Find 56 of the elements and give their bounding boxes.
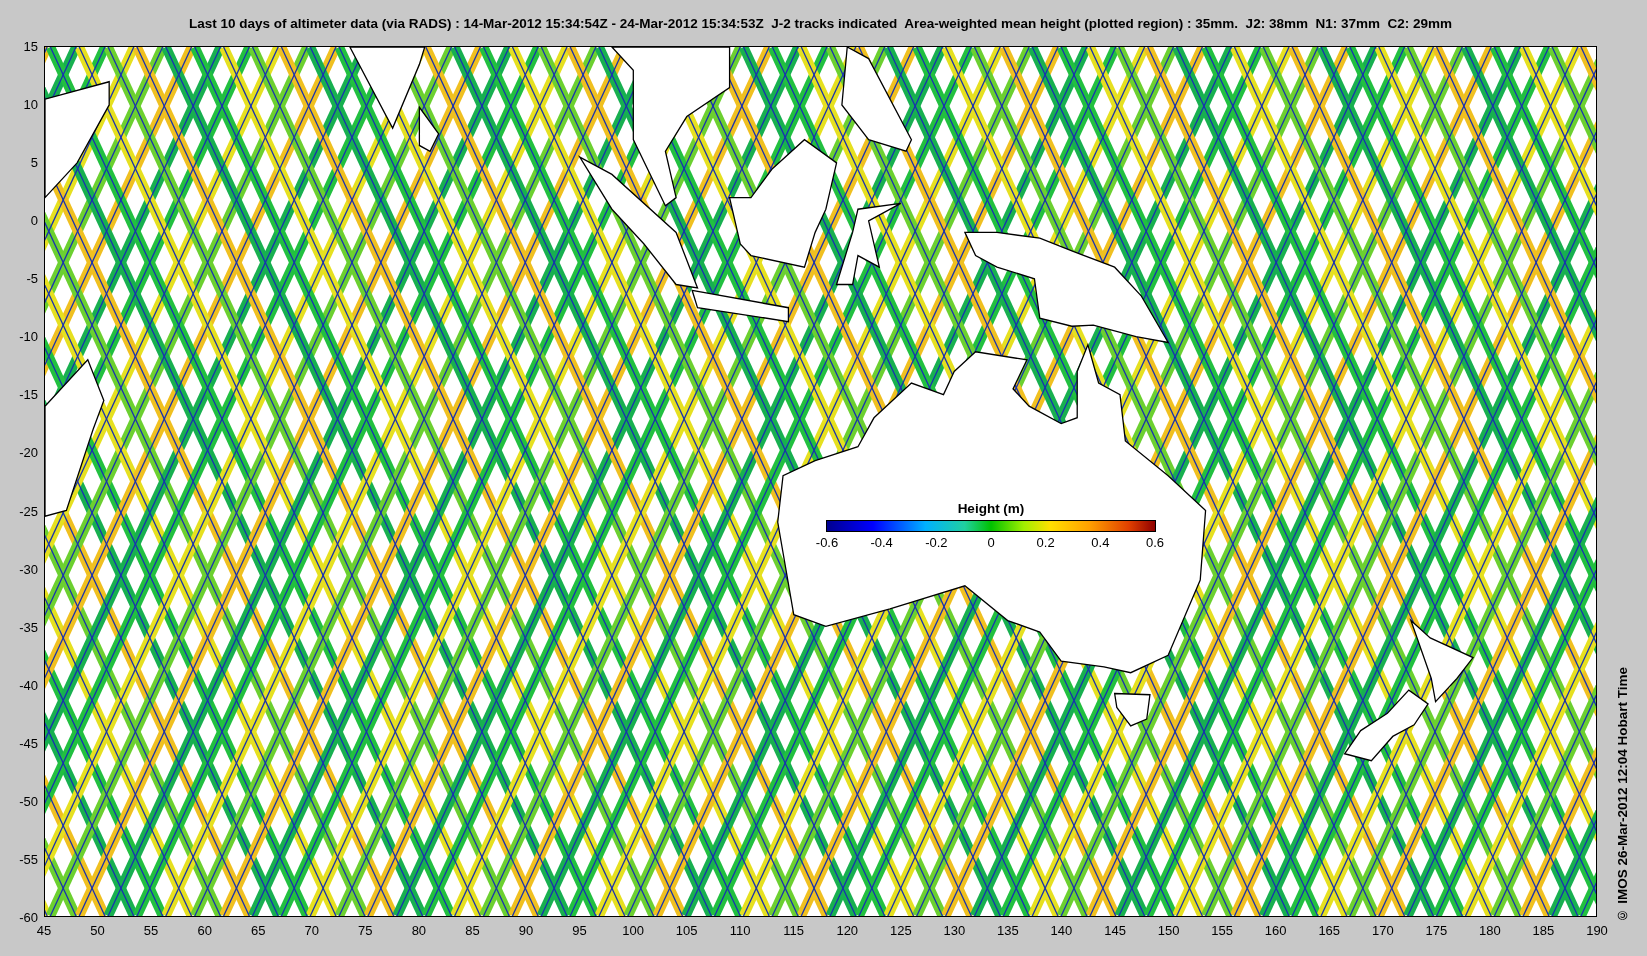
y-tick-label: -15 [19, 386, 38, 402]
x-tick-label: 45 [36, 923, 52, 938]
x-tick-label: 105 [675, 923, 698, 938]
y-tick-label: -25 [19, 503, 38, 519]
y-tick-label: 0 [30, 212, 38, 228]
x-tick-label: 130 [943, 923, 966, 938]
colorbar-title: Height (m) [957, 501, 1025, 516]
y-tick-label: -30 [19, 561, 38, 577]
y-tick-label: 5 [30, 154, 38, 170]
x-tick-label: 165 [1318, 923, 1341, 938]
x-tick-label: 70 [304, 923, 319, 938]
y-tick-label: -40 [19, 677, 38, 693]
y-tick-label: -50 [19, 793, 38, 809]
x-tick-label: 80 [411, 923, 427, 938]
x-tick-label: 90 [518, 923, 534, 938]
x-tick-label: 150 [1157, 923, 1180, 938]
x-tick-label: 55 [143, 923, 159, 938]
x-tick-label: 145 [1104, 923, 1126, 938]
x-tick-label: 95 [572, 923, 587, 938]
x-tick-label: 65 [250, 923, 266, 938]
colorbar-tick-label: 0 [987, 535, 995, 550]
y-tick-label: 15 [23, 38, 38, 54]
x-tick-label: 115 [783, 923, 805, 938]
x-tick-label: 175 [1425, 923, 1448, 938]
colorbar-tick-label: 0.6 [1145, 535, 1165, 550]
x-tick-label: 190 [1586, 923, 1608, 938]
y-tick-label: -45 [19, 735, 38, 751]
y-tick-label: 10 [23, 96, 38, 112]
colorbar-tick-label: -0.2 [925, 535, 948, 550]
credit-text: © IMOS 26-Mar-2012 12:04 Hobart Time [1614, 667, 1630, 923]
figure-title: Last 10 days of altimeter data (via RADS) : 14-Mar-2012 15:34:54Z - 24-Mar-2012 15:34:53Z J-2 tracks indicated Area-weighted mean height (plotted region) : 35mm. J2: 38mm N1: 37mm C2: 29mm [189, 15, 1452, 31]
colorbar-tick-label: 0.4 [1091, 535, 1110, 550]
x-tick-label: 155 [1211, 923, 1233, 938]
x-tick-label: 170 [1371, 923, 1394, 938]
x-tick-label: 140 [1050, 923, 1073, 938]
y-tick-label: -60 [19, 909, 38, 925]
y-tick-label: -10 [19, 328, 38, 344]
x-tick-label: 110 [729, 923, 751, 938]
x-tick-label: 100 [622, 923, 644, 938]
x-tick-label: 160 [1264, 923, 1287, 938]
x-tick-label: 60 [197, 923, 212, 938]
x-tick-label: 120 [836, 923, 859, 938]
y-tick-label: -20 [19, 444, 38, 460]
x-tick-label: 85 [465, 923, 480, 938]
x-tick-label: 135 [997, 923, 1019, 938]
x-tick-label: 125 [889, 923, 912, 938]
y-tick-label: -35 [19, 619, 38, 635]
colorbar-tick-label: -0.4 [870, 535, 893, 550]
x-tick-label: 180 [1479, 923, 1501, 938]
colorbar-tick-label: 0.2 [1036, 535, 1055, 550]
colorbar-tick-label: -0.6 [815, 535, 839, 550]
y-tick-label: -5 [26, 270, 38, 286]
x-tick-label: 50 [90, 923, 105, 938]
y-tick-label: -55 [19, 851, 38, 867]
x-tick-label: 185 [1532, 923, 1555, 938]
x-tick-label: 75 [358, 923, 373, 938]
